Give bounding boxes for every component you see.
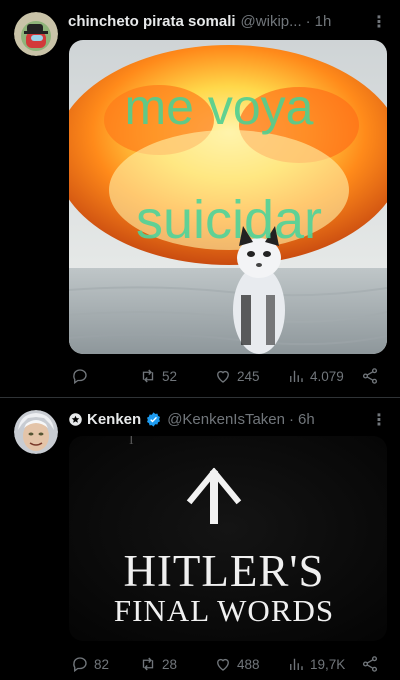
reply-icon: [73, 657, 87, 673]
heart-icon: [217, 370, 229, 383]
image-caption-line-2: suicidar: [136, 190, 322, 250]
repost-button[interactable]: 52: [139, 367, 177, 385]
share-icon: [362, 656, 378, 672]
like-button[interactable]: 488: [214, 655, 260, 673]
views-button[interactable]: 19,7K: [287, 655, 345, 673]
reply-icon: [73, 369, 87, 385]
timestamp[interactable]: 6h: [298, 411, 315, 428]
repost-button[interactable]: 28: [139, 655, 177, 673]
like-button[interactable]: 245: [214, 367, 260, 385]
repost-count: 28: [162, 656, 178, 672]
reply-button[interactable]: [71, 367, 94, 385]
repost-icon: [142, 369, 154, 383]
author-name[interactable]: chincheto pirata somali: [68, 13, 236, 30]
reply-button[interactable]: 82: [71, 655, 109, 673]
avatar[interactable]: [14, 410, 58, 454]
author-handle[interactable]: @KenkenIsTaken: [167, 411, 285, 428]
views-icon: [290, 370, 303, 382]
author-name[interactable]: Kenken: [87, 411, 141, 428]
tweet-header: Kenken @KenkenIsTaken · 6h: [68, 408, 386, 430]
like-count: 488: [237, 656, 260, 672]
tweet[interactable]: chincheto pirata somali @wikip... · 1h ⋮: [0, 0, 400, 398]
share-button[interactable]: [361, 655, 379, 673]
community-icon: [68, 412, 83, 427]
timestamp[interactable]: 1h: [315, 13, 332, 30]
heart-icon: [217, 658, 229, 671]
tweet-image[interactable]: me voya suicidar: [69, 40, 387, 354]
views-icon: [290, 658, 303, 670]
share-button[interactable]: [361, 367, 379, 385]
reply-count: 82: [94, 656, 110, 672]
tweet[interactable]: Kenken @KenkenIsTaken · 6h ⋮ I HITLER'S …: [0, 398, 400, 680]
more-options-icon[interactable]: ⋮: [371, 12, 387, 32]
repost-icon: [142, 657, 154, 671]
image-title-line-1: HITLER'S: [123, 546, 324, 596]
author-handle[interactable]: @wikip...: [241, 13, 302, 30]
tweet-actions: 82 28 488 19,7K: [69, 654, 387, 674]
like-count: 245: [237, 368, 260, 384]
tweet-actions: 52 245 4.079: [69, 366, 387, 386]
views-button[interactable]: 4.079: [287, 367, 344, 385]
more-options-icon[interactable]: ⋮: [371, 410, 387, 430]
avatar[interactable]: [14, 12, 58, 56]
separator-dot: ·: [288, 410, 294, 428]
verified-badge-icon: [145, 411, 162, 428]
image-title-line-2: FINAL WORDS: [114, 593, 334, 628]
image-caption-line-1: me voya: [125, 79, 314, 135]
separator-dot: ·: [305, 12, 311, 30]
tweet-header: chincheto pirata somali @wikip... · 1h: [68, 10, 386, 32]
tweet-image[interactable]: I HITLER'S FINAL WORDS: [69, 436, 387, 641]
views-count: 4.079: [310, 368, 344, 384]
views-count: 19,7K: [310, 656, 346, 672]
share-icon: [362, 368, 378, 384]
svg-text:I: I: [129, 436, 134, 448]
repost-count: 52: [162, 368, 178, 384]
